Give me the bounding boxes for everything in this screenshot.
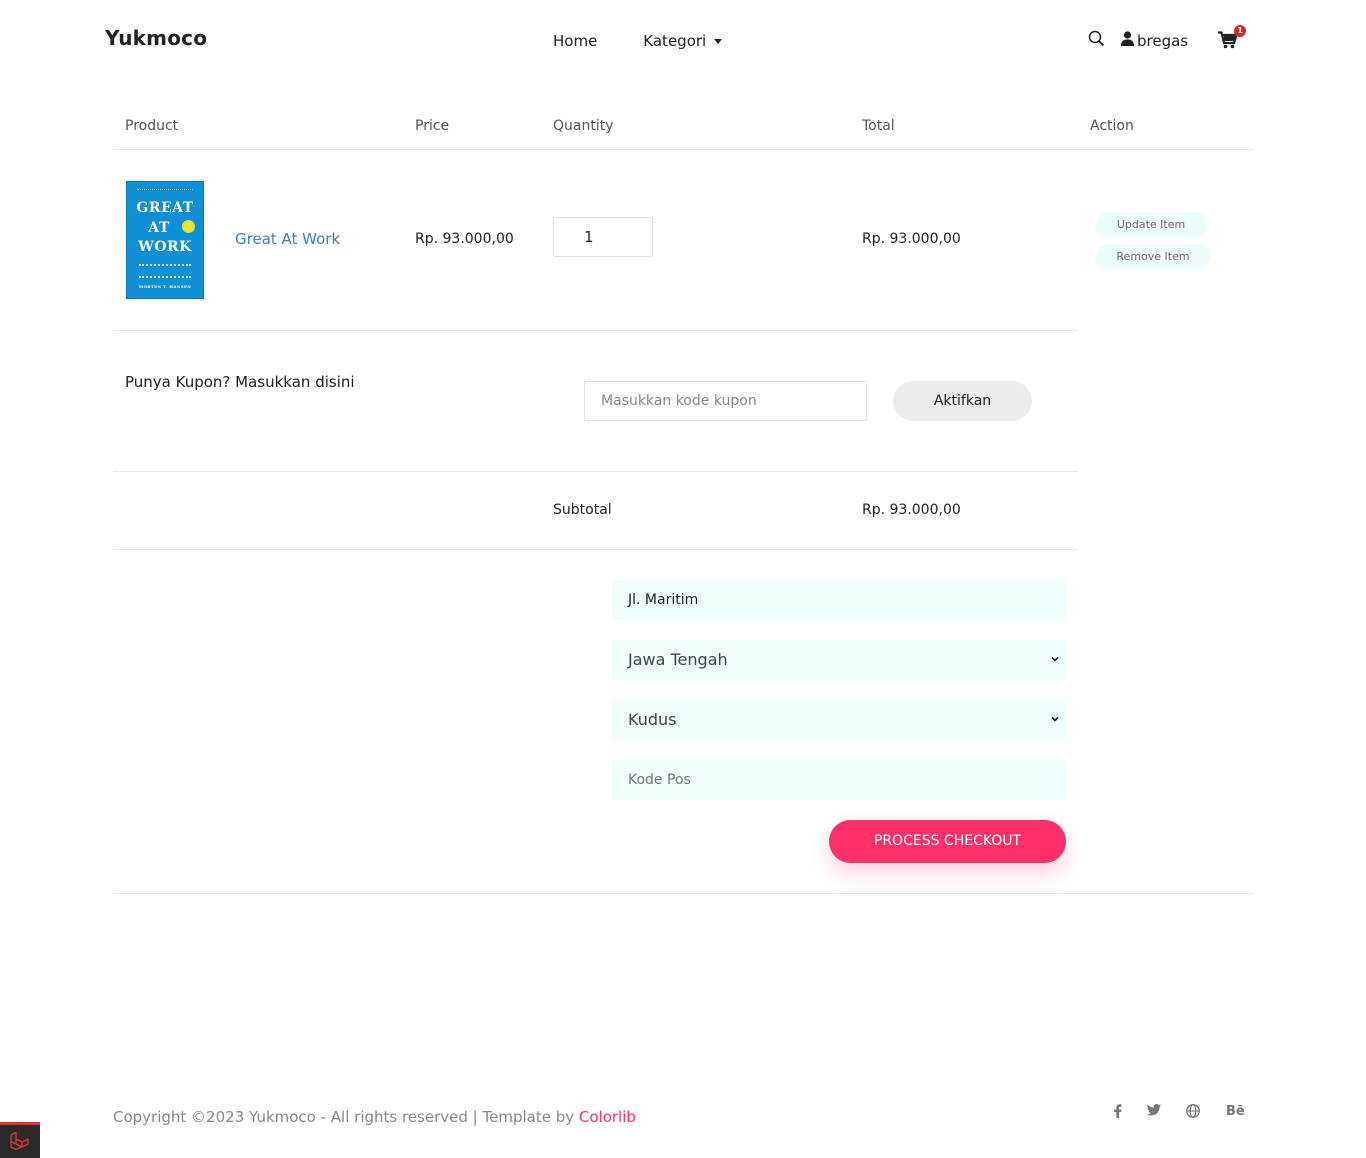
copyright: Copyright ©2023 Yukmoco - All rights res…: [113, 1108, 636, 1126]
header-product: Product: [125, 118, 179, 134]
username: bregas: [1137, 31, 1189, 50]
cart-count-badge: 1: [1234, 24, 1247, 37]
user-menu[interactable]: bregas: [1121, 31, 1188, 50]
cart-icon: [1218, 30, 1239, 53]
globe-icon[interactable]: [1186, 1104, 1200, 1122]
colorlib-link[interactable]: Colorlib: [579, 1108, 636, 1126]
quantity-input[interactable]: 1: [553, 217, 653, 257]
book-cover-decoration: [137, 189, 193, 190]
coupon-label: Punya Kupon? Masukkan disini: [125, 373, 355, 391]
facebook-icon[interactable]: [1113, 1104, 1122, 1122]
subtotal-label: Subtotal: [553, 502, 612, 518]
cart-button[interactable]: 1: [1218, 24, 1247, 53]
postal-code-field[interactable]: Kode Pos: [612, 760, 1066, 800]
chevron-down-icon: [1051, 656, 1059, 662]
header-total: Total: [862, 118, 895, 134]
book-cover-text-lines: [139, 264, 191, 278]
book-cover-seal: [182, 220, 195, 233]
nav-home-label: Home: [553, 32, 598, 50]
address-value: Jl. Maritim: [628, 592, 699, 608]
header-price: Price: [415, 118, 450, 134]
main-nav: Home Kategori: [553, 32, 723, 50]
coupon-row: Punya Kupon? Masukkan disini Masukkan ko…: [113, 331, 1078, 472]
twitter-icon[interactable]: [1147, 1104, 1161, 1120]
product-name-link[interactable]: Great At Work: [235, 230, 340, 248]
address-field[interactable]: Jl. Maritim: [612, 580, 1066, 620]
caret-down-icon: [714, 38, 723, 44]
header-action: Action: [1090, 118, 1134, 134]
behance-icon[interactable]: Bē: [1226, 1104, 1245, 1119]
search-icon[interactable]: [1088, 30, 1105, 51]
brand-logo[interactable]: Yukmoco: [105, 26, 207, 50]
province-selected: Jawa Tengah: [628, 650, 728, 669]
book-cover-title-line3: WORK: [138, 239, 192, 255]
nav-kategori-label: Kategori: [643, 32, 707, 50]
laravel-icon[interactable]: [0, 1122, 40, 1158]
apply-coupon-button[interactable]: Aktifkan: [893, 381, 1032, 421]
product-total: Rp. 93.000,00: [862, 231, 961, 247]
subtotal-row: Subtotal Rp. 93.000,00: [113, 472, 1078, 550]
city-selected: Kudus: [628, 710, 677, 729]
divider: [113, 893, 1254, 894]
user-icon: [1121, 31, 1134, 50]
coupon-input[interactable]: Masukkan kode kupon: [584, 381, 867, 421]
nav-kategori-dropdown[interactable]: Kategori: [643, 32, 723, 50]
cart-item-row: GREAT AT WORK MORTEN T. HANSEN Great At …: [113, 150, 1078, 331]
header-actions: bregas 1: [1088, 24, 1247, 53]
copyright-text: Copyright ©2023 Yukmoco - All rights res…: [113, 1108, 579, 1126]
product-price: Rp. 93.000,00: [415, 231, 514, 247]
process-checkout-button[interactable]: PROCESS CHECKOUT: [829, 820, 1066, 863]
header-quantity: Quantity: [553, 118, 614, 134]
product-image: GREAT AT WORK MORTEN T. HANSEN: [126, 181, 204, 299]
city-select[interactable]: Kudus: [612, 700, 1066, 740]
postal-code-placeholder: Kode Pos: [628, 772, 691, 788]
cart-table-header: Product Price Quantity Total Action: [113, 100, 1254, 150]
nav-home[interactable]: Home: [553, 32, 597, 50]
remove-item-button[interactable]: Remove Item: [1095, 244, 1211, 270]
update-item-button[interactable]: Update Item: [1095, 212, 1207, 238]
book-cover-title-line1: GREAT: [136, 200, 194, 216]
province-select[interactable]: Jawa Tengah: [612, 640, 1066, 680]
subtotal-value: Rp. 93.000,00: [862, 502, 961, 518]
chevron-down-icon: [1051, 716, 1059, 722]
book-cover-author: MORTEN T. HANSEN: [138, 284, 192, 289]
